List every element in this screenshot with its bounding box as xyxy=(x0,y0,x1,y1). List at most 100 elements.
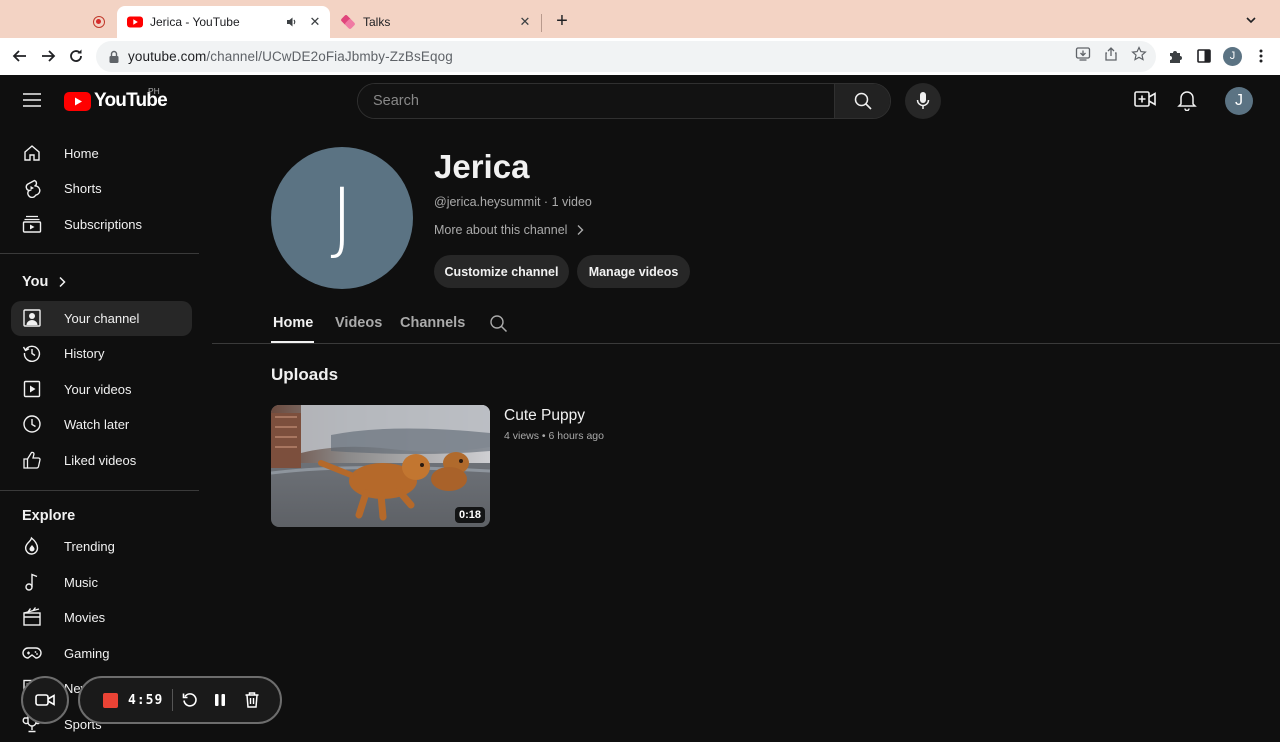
tab-videos[interactable]: Videos xyxy=(335,315,382,331)
browser-tab-talks[interactable]: Talks ✕ xyxy=(330,6,540,38)
browser-menu-icon[interactable] xyxy=(1258,48,1264,64)
section-heading: Explore xyxy=(22,508,76,524)
watch-later-icon xyxy=(22,414,42,434)
history-icon xyxy=(22,343,42,363)
browser-tab-youtube[interactable]: Jerica - YouTube ✕ xyxy=(117,6,330,38)
recording-timer: 4:59 xyxy=(128,693,164,708)
lock-icon[interactable] xyxy=(108,50,120,64)
youtube-logo[interactable]: YouTube PH xyxy=(64,86,168,112)
sidebar-divider xyxy=(0,253,199,254)
share-icon[interactable] xyxy=(1103,46,1119,62)
forward-icon[interactable] xyxy=(38,46,58,66)
chevron-right-icon xyxy=(59,276,66,288)
subscriptions-icon xyxy=(22,214,42,234)
video-metadata: 4 views • 6 hours ago xyxy=(504,430,604,442)
tab-channels[interactable]: Channels xyxy=(400,315,465,331)
sidebar-item-trending[interactable]: Trending xyxy=(11,529,192,564)
install-icon[interactable] xyxy=(1075,46,1091,62)
your-videos-icon xyxy=(22,379,42,399)
account-avatar[interactable]: J xyxy=(1225,87,1253,115)
hamburger-menu-icon[interactable] xyxy=(23,93,41,107)
sidebar-you-heading[interactable]: You xyxy=(22,274,66,290)
notifications-bell-icon[interactable] xyxy=(1177,89,1197,111)
sidebar-divider xyxy=(0,490,199,491)
recording-indicator-icon xyxy=(93,16,105,28)
channel-handle-meta: @jerica.heysummit · 1 video xyxy=(434,195,592,209)
sidebar-item-label: History xyxy=(64,346,105,361)
browser-tab-strip: Jerica - YouTube ✕ Talks ✕ + xyxy=(0,0,1280,38)
search-button[interactable] xyxy=(834,84,890,118)
tab-search-chevron-icon[interactable] xyxy=(1244,13,1258,27)
tab-separator xyxy=(541,14,542,32)
trash-icon[interactable] xyxy=(243,691,261,709)
youtube-masthead: YouTube PH J xyxy=(0,75,1280,125)
stop-recording-button[interactable] xyxy=(103,693,118,708)
sidebar-item-label: Liked videos xyxy=(64,453,137,468)
bookmark-star-icon[interactable] xyxy=(1131,46,1147,62)
create-video-icon[interactable] xyxy=(1134,90,1156,108)
customize-channel-button[interactable]: Customize channel xyxy=(434,255,569,288)
address-bar[interactable]: youtube.com/channel/UCwDE2oFiaJbmby-ZzBs… xyxy=(96,41,1156,72)
tab-title: Talks xyxy=(363,15,391,29)
guide-sidebar: Home Shorts Subscriptions You Your chann… xyxy=(0,125,212,735)
liked-videos-icon xyxy=(22,450,42,470)
video-duration-badge: 0:18 xyxy=(454,507,485,523)
sidebar-item-label: Your videos xyxy=(64,382,132,397)
video-thumbnail[interactable]: 0:18 xyxy=(271,405,490,527)
video-camera-icon xyxy=(35,694,55,706)
sidebar-item-history[interactable]: History xyxy=(11,336,192,371)
tab-close-icon[interactable]: ✕ xyxy=(308,14,322,30)
sidebar-item-your-channel[interactable]: Your channel xyxy=(11,301,192,336)
recorder-camera-button[interactable] xyxy=(21,676,69,724)
reload-icon[interactable] xyxy=(66,46,86,66)
recorder-controls: 4:59 xyxy=(78,676,282,724)
chevron-right-icon xyxy=(577,225,584,235)
new-tab-icon[interactable]: + xyxy=(553,10,571,32)
channel-name: Jerica xyxy=(434,148,530,185)
trending-icon xyxy=(22,536,42,556)
sidebar-item-watch-later[interactable]: Watch later xyxy=(11,407,192,442)
browser-toolbar: youtube.com/channel/UCwDE2oFiaJbmby-ZzBs… xyxy=(0,38,1280,75)
pause-icon[interactable] xyxy=(211,691,229,709)
audio-playing-icon[interactable] xyxy=(286,16,298,28)
channel-avatar[interactable]: J xyxy=(271,147,413,289)
sidebar-item-movies[interactable]: Movies xyxy=(11,600,192,635)
recorder-divider xyxy=(172,689,173,711)
youtube-favicon-icon xyxy=(127,14,143,30)
tab-home[interactable]: Home xyxy=(273,315,313,331)
channel-search-icon[interactable] xyxy=(489,314,508,333)
your-channel-icon xyxy=(22,308,42,328)
back-icon[interactable] xyxy=(10,46,30,66)
search-icon xyxy=(854,92,872,110)
side-panel-icon[interactable] xyxy=(1196,48,1212,64)
search-input[interactable] xyxy=(358,84,834,118)
microphone-icon xyxy=(916,92,930,109)
sidebar-item-label: Shorts xyxy=(64,181,102,196)
section-heading: You xyxy=(22,274,49,290)
voice-search-button[interactable] xyxy=(905,83,941,119)
extensions-icon[interactable] xyxy=(1167,48,1183,64)
tabs-divider xyxy=(212,343,1280,344)
search-box xyxy=(357,83,891,119)
sidebar-item-label: Watch later xyxy=(64,417,130,432)
url-host: youtube.com xyxy=(128,49,207,64)
sidebar-item-your-videos[interactable]: Your videos xyxy=(11,372,192,407)
uploads-heading[interactable]: Uploads xyxy=(271,365,338,385)
sidebar-item-music[interactable]: Music xyxy=(11,565,192,600)
movies-icon xyxy=(22,607,42,627)
sidebar-item-liked-videos[interactable]: Liked videos xyxy=(11,443,192,478)
sidebar-item-home[interactable]: Home xyxy=(11,136,192,171)
restart-icon[interactable] xyxy=(181,691,199,709)
browser-profile-avatar[interactable]: J xyxy=(1223,47,1242,66)
sidebar-item-label: Your channel xyxy=(64,311,140,326)
sidebar-item-label: Trending xyxy=(64,539,115,554)
sidebar-item-shorts[interactable]: Shorts xyxy=(11,171,192,206)
sidebar-item-label: Music xyxy=(64,575,98,590)
sidebar-item-gaming[interactable]: Gaming xyxy=(11,636,192,671)
tab-close-icon[interactable]: ✕ xyxy=(518,14,532,30)
manage-videos-button[interactable]: Manage videos xyxy=(577,255,690,288)
sidebar-item-subscriptions[interactable]: Subscriptions xyxy=(11,207,192,242)
url-text: youtube.com/channel/UCwDE2oFiaJbmby-ZzBs… xyxy=(128,49,453,64)
video-title[interactable]: Cute Puppy xyxy=(504,407,585,425)
more-about-channel-link[interactable]: More about this channel xyxy=(434,223,584,237)
